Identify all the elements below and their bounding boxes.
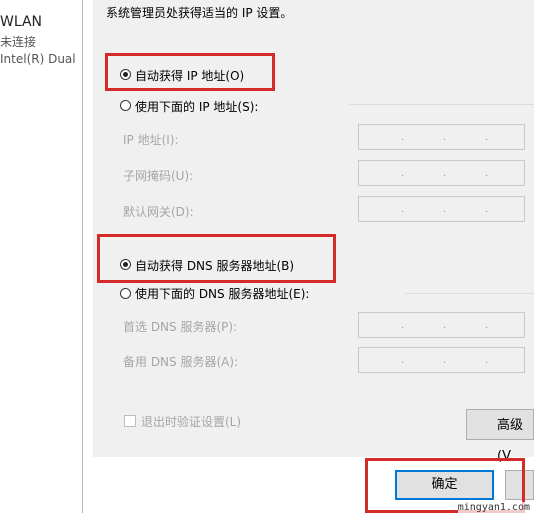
manual-dns-radio[interactable] <box>120 288 131 299</box>
dns-group-line <box>405 293 534 294</box>
highlight-auto-dns <box>97 234 336 283</box>
alternate-dns-label: 备用 DNS 服务器(A): <box>123 355 239 369</box>
default-gateway-input[interactable]: ... <box>358 196 525 222</box>
subnet-mask-label: 子网掩码(U): <box>123 169 194 183</box>
highlight-auto-ip <box>105 53 275 91</box>
adapter-status: 未连接 <box>0 35 37 49</box>
network-adapter-pane: WLAN 未连接 Intel(R) Dual <box>0 0 82 513</box>
manual-ip-radio[interactable] <box>120 100 131 111</box>
subnet-mask-input[interactable]: ... <box>358 160 525 186</box>
alternate-dns-input[interactable]: ... <box>358 347 525 373</box>
adapter-device: Intel(R) Dual <box>0 52 76 66</box>
watermark: mingyan1.com <box>457 502 530 513</box>
preferred-dns-input[interactable]: ... <box>358 312 525 338</box>
validate-label[interactable]: 退出时验证设置(L) <box>141 413 241 430</box>
ip-address-label: IP 地址(I): <box>123 133 179 147</box>
preferred-dns-label: 首选 DNS 服务器(P): <box>123 320 238 334</box>
adapter-name: WLAN <box>0 14 43 30</box>
ip-group-line <box>349 104 534 105</box>
validate-checkbox[interactable] <box>124 415 136 427</box>
ip-address-input[interactable]: ... <box>358 124 525 150</box>
default-gateway-label: 默认网关(D): <box>123 205 194 219</box>
manual-ip-label[interactable]: 使用下面的 IP 地址(S): <box>135 98 258 115</box>
header-text: 系统管理员处获得适当的 IP 设置。 <box>106 6 293 20</box>
advanced-button[interactable]: 高级(V <box>466 409 534 464</box>
manual-dns-label[interactable]: 使用下面的 DNS 服务器地址(E): <box>135 285 309 302</box>
